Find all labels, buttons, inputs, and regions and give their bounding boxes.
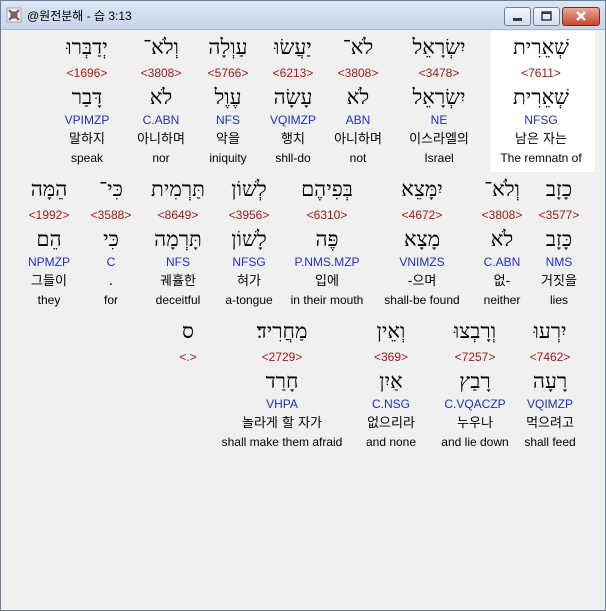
root-word: הֵם [36,227,62,251]
parsing-panel: שְׁאֵרִית <7611> שְׁאֵרִית NFSG 남은 자는 The rem… [6,30,600,606]
hebrew-word: יְדַבְּרוּ [66,35,108,59]
root-word: דָּבַר [71,85,103,109]
maximize-button[interactable] [533,7,560,26]
close-button[interactable] [562,7,600,26]
parsing-code: NPMZP [28,255,70,269]
hebrew-word: ס [182,319,194,343]
strong-number: <.> [179,350,197,364]
word-entry[interactable]: יְדַבְּרוּ <1696> דָּבַר VPIMZP 말하지 speak [22,35,152,167]
word-entry[interactable]: ס <.> [123,319,253,451]
word-entry[interactable]: הֵמָּה <1992> הֵם NPMZP 그들이 they [0,177,114,309]
minimize-button[interactable] [504,7,531,26]
maximize-icon [541,11,552,21]
parsing-code: VPIMZP [64,113,110,127]
window-title: @원전분해 - 습 3:13 [27,9,132,23]
english-gloss: speak [70,151,104,165]
app-icon [6,7,22,23]
hebrew-word: הֵמָּה [30,177,68,201]
title-bar[interactable]: @원전분해 - 습 3:13 [1,1,605,30]
minimize-icon [513,18,522,21]
strong-number: <1696> [66,66,108,80]
korean-gloss: 그들이 [31,274,67,289]
strong-number: <1992> [28,208,70,222]
english-gloss: they [37,293,61,307]
korean-gloss: 말하지 [69,132,105,147]
app-window: @원전분해 - 습 3:13 שְׁאֵרִית <7611> שְׁאֵרִית N… [0,0,606,611]
close-icon [576,11,586,21]
